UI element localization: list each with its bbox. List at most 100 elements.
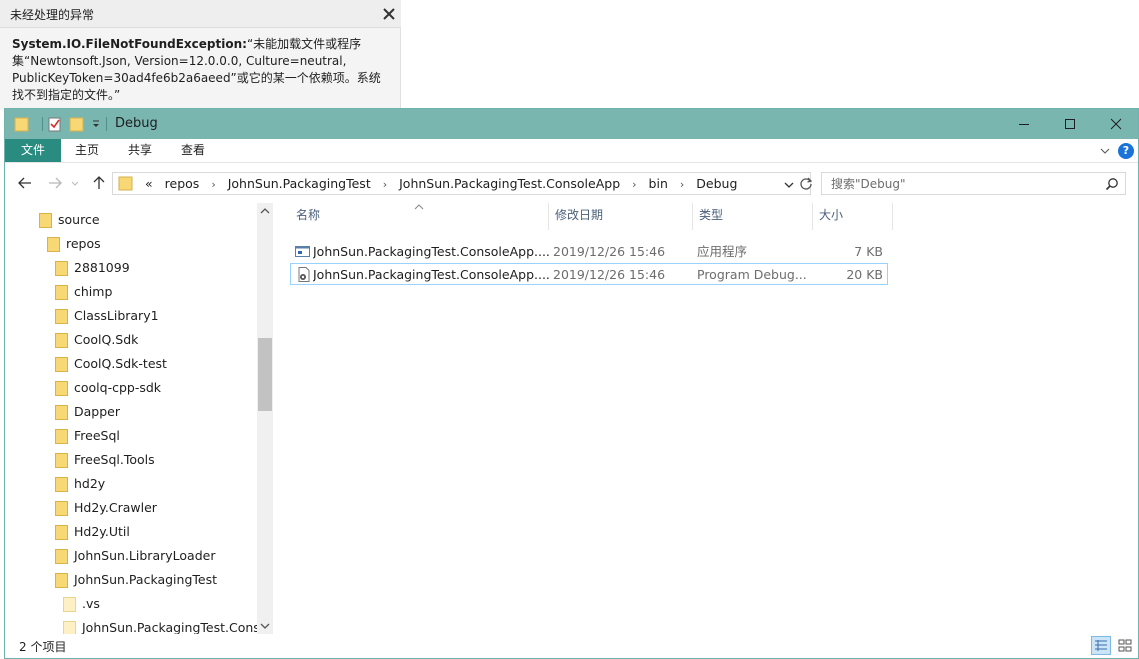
status-bar: 2 个项目 <box>5 634 1138 658</box>
exception-message-line3: PublicKeyToken=30ad4fe6b2a6aeed”或它的某一个依赖… <box>12 71 381 85</box>
breadcrumb-overflow[interactable]: « <box>139 176 159 191</box>
file-row[interactable]: JohnSun.PackagingTest.ConsoleApp.... 201… <box>290 241 888 263</box>
breadcrumb-bin[interactable]: bin <box>643 176 674 191</box>
column-header-size[interactable]: 大小 <box>813 203 893 230</box>
close-icon <box>1110 118 1122 130</box>
scroll-down-icon[interactable] <box>257 618 273 634</box>
customize-quick-access-icon[interactable] <box>91 117 101 131</box>
breadcrumb-repos[interactable]: repos <box>159 176 206 191</box>
item-count: 2 个项目 <box>19 640 67 654</box>
folder-icon <box>55 405 68 420</box>
tree-item-label: JohnSun.PackagingTest.Conso <box>82 620 268 634</box>
tree-item-label: .vs <box>82 596 100 611</box>
folder-icon <box>118 176 134 191</box>
folder-icon <box>55 357 68 372</box>
tree-item-label: chimp <box>74 284 113 299</box>
tab-file[interactable]: 文件 <box>5 139 61 162</box>
exception-type: System.IO.FileNotFoundException: <box>12 37 247 51</box>
exception-popup-header: 未经处理的异常 <box>0 0 401 28</box>
tree-item-label: JohnSun.PackagingTest <box>74 572 217 587</box>
desktop: 未经处理的异常 System.IO.FileNotFoundException:… <box>0 0 1139 659</box>
chevron-down-icon[interactable] <box>783 179 795 189</box>
folder-icon <box>55 333 68 348</box>
maximize-button[interactable] <box>1047 109 1093 139</box>
exception-popup-title: 未经处理的异常 <box>10 8 95 22</box>
up-arrow-icon[interactable] <box>89 175 109 191</box>
breadcrumb-consoleapp[interactable]: JohnSun.PackagingTest.ConsoleApp <box>393 176 626 191</box>
details-view-icon[interactable] <box>1091 636 1111 655</box>
scrollbar-thumb[interactable] <box>258 338 272 411</box>
chevron-right-icon[interactable]: › <box>626 178 642 191</box>
new-folder-icon[interactable] <box>69 116 85 132</box>
expand-ribbon-icon[interactable] <box>1099 145 1111 157</box>
tree-item-label: Hd2y.Util <box>74 524 130 539</box>
tree-item-label: hd2y <box>74 476 106 491</box>
folder-icon <box>63 597 76 612</box>
file-row-selected[interactable]: JohnSun.PackagingTest.ConsoleApp.... 201… <box>290 263 888 285</box>
tree-item-label: Dapper <box>74 404 120 419</box>
file-type: 应用程序 <box>697 244 748 259</box>
tree-item-label: ClassLibrary1 <box>74 308 159 323</box>
folder-icon <box>55 501 68 516</box>
pdb-icon <box>296 267 311 282</box>
file-type: Program Debug... <box>697 267 807 282</box>
file-name: JohnSun.PackagingTest.ConsoleApp.... <box>313 267 549 282</box>
minimize-icon <box>1019 124 1029 125</box>
chevron-right-icon[interactable]: › <box>205 178 221 191</box>
help-icon[interactable]: ? <box>1118 143 1134 159</box>
folder-icon <box>55 285 68 300</box>
navigation-pane: source repos 2881099 chimp ClassLibrary1 Cool… <box>5 203 273 634</box>
tree-item-label: JohnSun.LibraryLoader <box>74 548 216 563</box>
window-title: Debug <box>115 116 158 131</box>
folder-icon <box>39 213 52 228</box>
tree-item-label: CoolQ.Sdk-test <box>74 356 167 371</box>
exe-icon <box>295 244 310 259</box>
breadcrumb: «repos › JohnSun.PackagingTest › JohnSun.Pac… <box>139 176 743 191</box>
folder-icon <box>63 621 76 634</box>
search-icon[interactable] <box>1105 177 1119 191</box>
properties-icon[interactable] <box>47 116 63 132</box>
large-icons-view-icon[interactable] <box>1115 636 1135 655</box>
minimize-button[interactable] <box>1001 109 1047 139</box>
title-bar[interactable]: Debug <box>5 109 1138 139</box>
file-date: 2019/12/26 15:46 <box>553 244 666 259</box>
back-arrow-icon[interactable] <box>15 175 35 191</box>
folder-icon <box>55 525 68 540</box>
file-date: 2019/12/26 15:46 <box>553 267 666 282</box>
tab-view[interactable]: 查看 <box>167 139 219 162</box>
folder-icon <box>55 549 68 564</box>
explorer-window: Debug 文件 主页 共享 查看 ? « repos › JohnSun.Pa… <box>4 108 1139 659</box>
recent-locations-icon[interactable] <box>69 175 81 191</box>
search-input[interactable] <box>823 174 1093 193</box>
folder-icon <box>55 261 68 276</box>
address-bar[interactable]: «repos › JohnSun.PackagingTest › JohnSun.Pac… <box>112 172 813 195</box>
folder-icon <box>55 573 68 588</box>
chevron-right-icon[interactable]: › <box>674 178 690 191</box>
navigation-bar: «repos › JohnSun.PackagingTest › JohnSun.Pac… <box>5 163 1138 203</box>
scroll-up-icon[interactable] <box>257 203 273 219</box>
exception-message-line1: “未能加载文件或程序 <box>246 37 362 51</box>
folder-icon <box>55 477 68 492</box>
quick-access-separator <box>42 117 43 131</box>
breadcrumb-packagingtest[interactable]: JohnSun.PackagingTest <box>222 176 377 191</box>
tab-home[interactable]: 主页 <box>61 139 113 162</box>
chevron-right-icon[interactable]: › <box>377 178 393 191</box>
column-header-type[interactable]: 类型 <box>693 203 813 230</box>
nav-scrollbar[interactable] <box>257 203 273 634</box>
ribbon-tabs: 文件 主页 共享 查看 ? <box>5 139 1138 163</box>
folder-icon <box>55 429 68 444</box>
refresh-icon[interactable] <box>799 176 813 191</box>
forward-arrow-icon[interactable] <box>45 175 65 191</box>
folder-icon <box>47 237 60 252</box>
close-icon[interactable] <box>380 5 398 23</box>
column-header-date[interactable]: 修改日期 <box>549 203 693 230</box>
file-list: 名称 修改日期 类型 大小 JohnSun.PackagingTest.Cons… <box>273 203 1138 634</box>
column-header-name[interactable]: 名称 <box>290 203 549 230</box>
close-window-button[interactable] <box>1093 109 1139 139</box>
folder-icon <box>14 116 30 132</box>
folder-icon <box>55 309 68 324</box>
file-name: JohnSun.PackagingTest.ConsoleApp.... <box>313 244 549 259</box>
exception-message: System.IO.FileNotFoundException:“未能加载文件或… <box>12 36 384 104</box>
breadcrumb-debug[interactable]: Debug <box>690 176 743 191</box>
tab-share[interactable]: 共享 <box>114 139 166 162</box>
